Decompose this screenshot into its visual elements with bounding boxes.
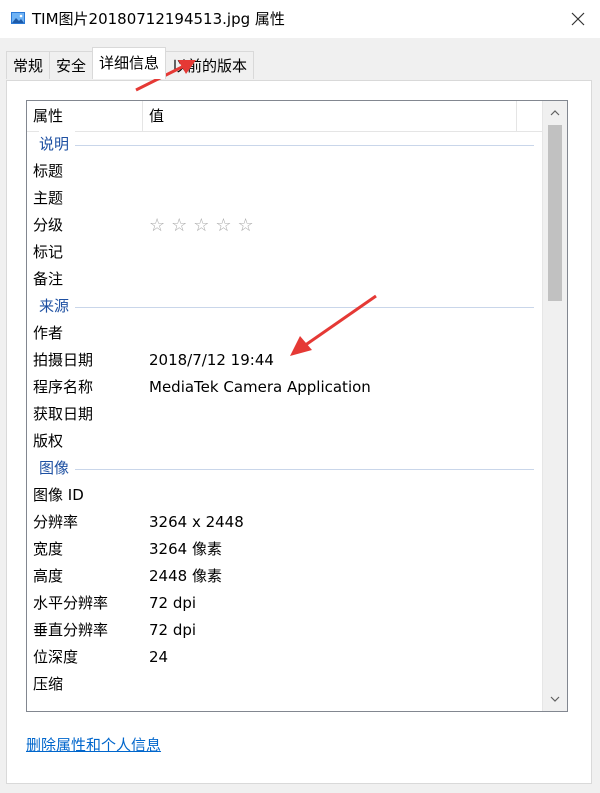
property-name: 图像 ID [33,486,84,504]
property-name: 拍摄日期 [33,351,94,369]
group-label-description: 说明 [39,131,76,158]
tab-previous-versions[interactable]: 以前的版本 [165,51,255,79]
list-header: 属性 值 [27,101,542,132]
property-name: 压缩 [33,675,64,693]
group-divider [39,469,534,470]
property-name: 垂直分辨率 [33,621,109,639]
list-item[interactable]: 分辨率 3264 x 2448 [27,509,542,536]
list-item[interactable]: 版权 [27,428,542,455]
property-value: 72 dpi [149,621,197,639]
scroll-thumb[interactable] [548,125,562,301]
property-name: 备注 [33,270,64,288]
property-name: 宽度 [33,540,64,558]
list-item[interactable]: 宽度 3264 像素 [27,536,542,563]
tab-details[interactable]: 详细信息 [92,47,167,79]
remove-properties-link[interactable]: 删除属性和个人信息 [26,734,161,755]
property-name: 水平分辨率 [33,594,109,612]
property-name: 位深度 [33,648,79,666]
list-item[interactable]: 作者 [27,320,542,347]
property-name: 标题 [33,162,64,180]
property-name: 程序名称 [33,378,94,396]
list-item[interactable]: 压缩 [27,671,542,698]
property-name: 高度 [33,567,64,585]
property-value: 3264 像素 [149,540,222,558]
list-item[interactable]: 高度 2448 像素 [27,563,542,590]
close-icon [571,12,585,26]
group-label-origin: 来源 [39,293,76,320]
column-header-property[interactable]: 属性 [27,101,143,131]
scroll-down-button[interactable] [543,687,567,711]
scroll-up-button[interactable] [543,101,567,125]
chevron-up-icon [550,110,560,116]
chevron-down-icon [550,696,560,702]
image-file-icon [11,12,25,24]
list-item[interactable]: 获取日期 [27,401,542,428]
group-description: 说明 [27,131,542,158]
list-item[interactable]: 位深度 24 [27,644,542,671]
property-name: 获取日期 [33,405,94,423]
title-bar: TIM图片20180712194513.jpg 属性 [0,0,600,38]
vertical-scrollbar[interactable] [542,101,567,711]
list-item[interactable]: 图像 ID [27,482,542,509]
list-rows: 说明 标题 主题 分级 ☆☆☆☆☆ 标记 备注 来源 作者 拍摄日期 2018/7/… [27,131,542,698]
property-name: 分级 [33,216,64,234]
list-item[interactable]: 程序名称 MediaTek Camera Application [27,374,542,401]
property-value: MediaTek Camera Application [149,378,371,396]
star-rating[interactable]: ☆☆☆☆☆ [149,212,260,239]
list-item[interactable]: 分级 ☆☆☆☆☆ [27,212,542,239]
property-name: 分辨率 [33,513,79,531]
property-value: 3264 x 2448 [149,513,244,531]
tab-security[interactable]: 安全 [49,51,94,79]
group-origin: 来源 [27,293,542,320]
list-item[interactable]: 备注 [27,266,542,293]
list-item[interactable]: 标记 [27,239,542,266]
property-name: 作者 [33,324,64,342]
list-item[interactable]: 水平分辨率 72 dpi [27,590,542,617]
property-value: 72 dpi [149,594,197,612]
group-divider [39,307,534,308]
tab-strip: 常规 安全 详细信息 以前的版本 [6,47,255,79]
property-value: 24 [149,648,169,666]
list-item[interactable]: 拍摄日期 2018/7/12 19:44 [27,347,542,374]
property-name: 版权 [33,432,64,450]
tab-general[interactable]: 常规 [6,51,51,79]
property-value: 2018/7/12 19:44 [149,351,274,369]
property-value: 2448 像素 [149,567,222,585]
column-header-value[interactable]: 值 [143,101,517,131]
list-item[interactable]: 标题 [27,158,542,185]
list-item[interactable]: 主题 [27,185,542,212]
close-button[interactable] [556,0,600,38]
group-label-image: 图像 [39,455,76,482]
property-name: 主题 [33,189,64,207]
group-divider [39,145,534,146]
window-title: TIM图片20180712194513.jpg 属性 [32,10,285,28]
property-name: 标记 [33,243,64,261]
group-image: 图像 [27,455,542,482]
list-item[interactable]: 垂直分辨率 72 dpi [27,617,542,644]
property-list[interactable]: 属性 值 说明 标题 主题 分级 ☆☆☆☆☆ 标记 备注 来源 作者 拍摄日期 20… [26,100,568,712]
